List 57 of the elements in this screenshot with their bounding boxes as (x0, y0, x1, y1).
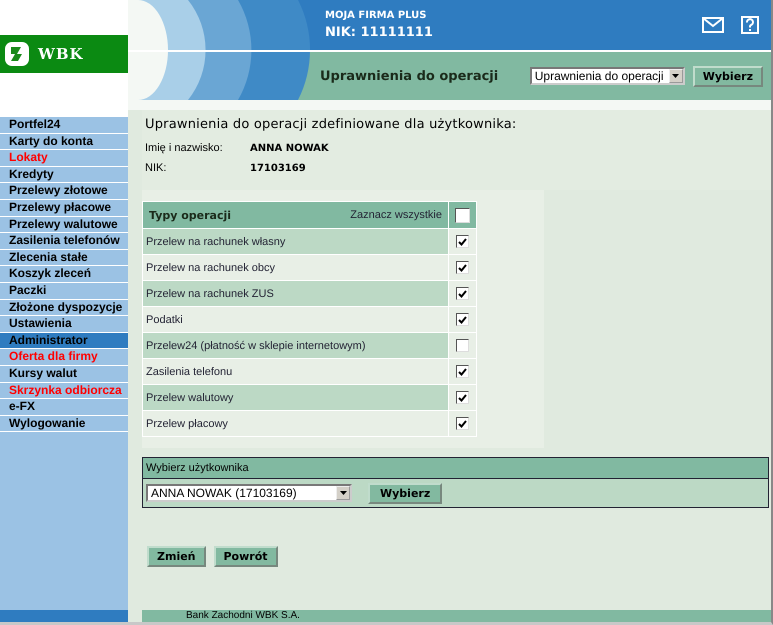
menu-item[interactable]: Koszyk zleceń (0, 266, 128, 283)
operation-checkbox[interactable] (456, 365, 469, 378)
action-button[interactable]: Powrót (214, 546, 278, 567)
operation-label: Przelew na rachunek obcy (146, 262, 276, 274)
menu-item[interactable]: Kredyty (0, 166, 128, 184)
dropdown-arrow-icon (672, 74, 680, 78)
logo-b-icon (4, 41, 30, 67)
help-icon[interactable] (741, 16, 759, 34)
select-user-button[interactable]: Wybierz (368, 482, 442, 504)
page-heading: Uprawnienia do operacji zdefiniowane dla użytkownika: (145, 117, 518, 132)
operation-checkbox[interactable] (456, 261, 469, 274)
action-button[interactable]: Zmień (147, 546, 206, 567)
operation-label: Podatki (146, 314, 183, 326)
select-all-checkbox[interactable] (455, 208, 470, 222)
panel-title: Wybierz użytkownika (146, 462, 249, 474)
menu-item[interactable]: Paczki (0, 282, 128, 300)
menu-item[interactable]: Zasilenia telefonów (0, 233, 128, 250)
menu-item[interactable]: Karty do konta (0, 134, 128, 150)
operation-checkbox[interactable] (456, 235, 469, 248)
menu-item[interactable]: Zlecenia stałe (0, 250, 128, 266)
field-label: NIK: (145, 162, 168, 174)
user-select[interactable]: ANNA NOWAK (17103169) (146, 484, 352, 502)
section-select[interactable]: Uprawnienia do operacji (530, 67, 685, 85)
operation-checkbox[interactable] (456, 339, 469, 352)
operation-checkbox[interactable] (456, 417, 469, 430)
operation-label: Przelew walutowy (146, 392, 234, 404)
menu-item[interactable]: Wylogowanie (0, 416, 128, 432)
company-nik: NIK: 11111111 (325, 25, 434, 40)
operation-checkbox[interactable] (456, 287, 469, 300)
operation-label: Zasilenia telefonu (146, 366, 232, 378)
operation-label: Przelew na rachunek ZUS (146, 288, 274, 300)
menu-item[interactable]: Portfel24 (0, 117, 128, 134)
dropdown-arrow-icon (340, 491, 346, 495)
menu-item[interactable]: Ustawienia (0, 316, 128, 333)
select-all-label: Zaznacz wszystkie (350, 208, 442, 222)
operation-label: Przelew24 (płatność w sklepie internetowym) (146, 340, 366, 352)
operation-label: Przelew płacowy (146, 418, 228, 430)
company-name: MOJA FIRMA PLUS (325, 10, 428, 21)
menu-item[interactable]: Złożone dyspozycje (0, 300, 128, 316)
operation-checkbox[interactable] (456, 313, 469, 326)
operation-checkbox[interactable] (456, 391, 469, 404)
logo-text: WBK (38, 45, 84, 63)
menu-item[interactable]: Przelewy walutowe (0, 216, 128, 234)
field-label: Imię i nazwisko: (145, 142, 224, 154)
column-header: Typy operacji (149, 208, 232, 222)
section-title: Uprawnienia do operacji (320, 68, 500, 84)
menu-item[interactable]: Kursy walut (0, 366, 128, 382)
operation-label: Przelew na rachunek własny (146, 236, 286, 248)
select-button[interactable]: Wybierz (692, 66, 763, 86)
menu-item[interactable]: e-FX (0, 399, 128, 416)
mail-icon[interactable] (702, 17, 724, 33)
field-value: 17103169 (250, 162, 306, 174)
menu-item[interactable]: Administrator (0, 332, 128, 350)
field-value: ANNA NOWAK (250, 142, 329, 154)
footer-text: Bank Zachodni WBK S.A. (186, 610, 300, 621)
menu-item[interactable]: Przelewy płacowe (0, 200, 128, 217)
menu-item[interactable]: Przelewy złotowe (0, 183, 128, 200)
